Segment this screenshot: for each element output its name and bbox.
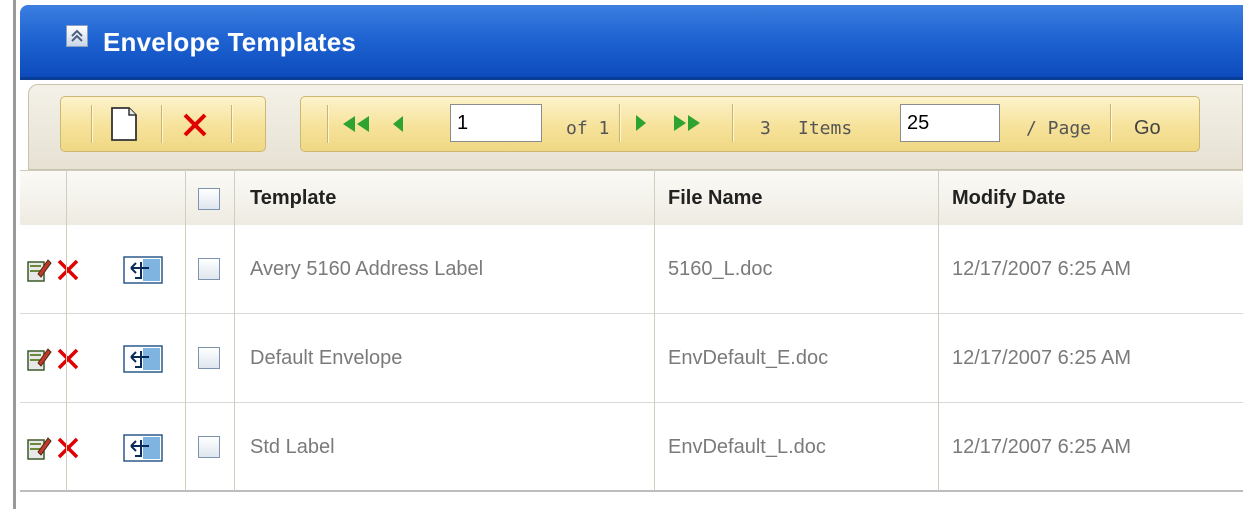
row-checkbox[interactable] — [198, 347, 220, 369]
envelope-templates-panel: Envelope Templates 1 of 1 3 Items 25 / P… — [20, 0, 1243, 509]
modify-date: 12/17/2007 6:25 AM — [952, 347, 1132, 369]
modify-date: 12/17/2007 6:25 AM — [952, 436, 1132, 458]
file-name: EnvDefault_E.doc — [668, 347, 829, 369]
go-button[interactable]: Go — [1134, 117, 1161, 140]
row-checkbox[interactable] — [198, 436, 220, 458]
double-chevron-up-icon[interactable] — [66, 25, 88, 47]
column-divider — [654, 170, 655, 491]
delete-icon[interactable] — [55, 257, 81, 288]
panel-header: Envelope Templates — [20, 5, 1243, 80]
toolbar-separator — [161, 105, 163, 143]
template-name: Default Envelope — [250, 347, 403, 369]
column-divider — [185, 170, 186, 491]
per-page-label: / Page — [1026, 118, 1092, 139]
template-name: Avery 5160 Address Label — [250, 258, 484, 280]
window-edge — [13, 0, 16, 509]
modify-date: 12/17/2007 6:25 AM — [952, 258, 1132, 280]
column-header-file-name[interactable]: File Name — [668, 187, 762, 210]
select-all-checkbox[interactable] — [198, 188, 220, 210]
toolbar-separator — [619, 104, 621, 142]
delete-icon[interactable] — [55, 435, 81, 466]
file-name: 5160_L.doc — [668, 258, 773, 280]
table-row: Avery 5160 Address Label 5160_L.doc 12/1… — [20, 225, 1243, 314]
action-button-group — [60, 96, 266, 152]
column-divider — [938, 170, 939, 491]
table-row: Default Envelope EnvDefault_E.doc 12/17/… — [20, 314, 1243, 403]
copy-template-icon[interactable] — [123, 345, 163, 378]
toolbar-separator — [231, 105, 233, 143]
column-divider — [234, 170, 235, 491]
edit-icon[interactable] — [26, 257, 52, 288]
copy-template-icon[interactable] — [123, 434, 163, 467]
toolbar-separator — [1110, 104, 1112, 142]
column-divider — [66, 170, 67, 491]
edit-icon[interactable] — [26, 346, 52, 377]
toolbar-separator — [91, 105, 93, 143]
last-page-icon[interactable] — [664, 108, 708, 138]
column-header-modify-date[interactable]: Modify Date — [952, 187, 1065, 210]
table-header: Template File Name Modify Date — [20, 170, 1243, 226]
template-name: Std Label — [250, 436, 335, 458]
item-count: 3 — [760, 118, 771, 139]
items-label: Items — [798, 118, 853, 139]
copy-template-icon[interactable] — [123, 256, 163, 289]
column-header-template[interactable]: Template — [250, 187, 336, 210]
page-number-input[interactable] — [450, 104, 542, 142]
delete-icon[interactable] — [55, 346, 81, 377]
edit-icon[interactable] — [26, 435, 52, 466]
table-bottom-border — [20, 490, 1243, 492]
first-page-icon[interactable] — [335, 109, 379, 139]
next-page-icon[interactable] — [628, 108, 654, 138]
panel-title: Envelope Templates — [103, 27, 357, 57]
new-document-icon[interactable] — [103, 103, 145, 145]
delete-x-icon[interactable] — [175, 105, 215, 145]
templates-table: Template File Name Modify Date Avery 516… — [20, 170, 1243, 492]
row-checkbox[interactable] — [198, 258, 220, 280]
page-of-label: of 1 — [566, 118, 610, 139]
previous-page-icon[interactable] — [383, 109, 413, 139]
toolbar-separator — [327, 105, 329, 143]
toolbar-separator — [732, 104, 734, 142]
page-size-input[interactable] — [900, 104, 1000, 142]
file-name: EnvDefault_L.doc — [668, 436, 826, 458]
table-row: Std Label EnvDefault_L.doc 12/17/2007 6:… — [20, 403, 1243, 492]
